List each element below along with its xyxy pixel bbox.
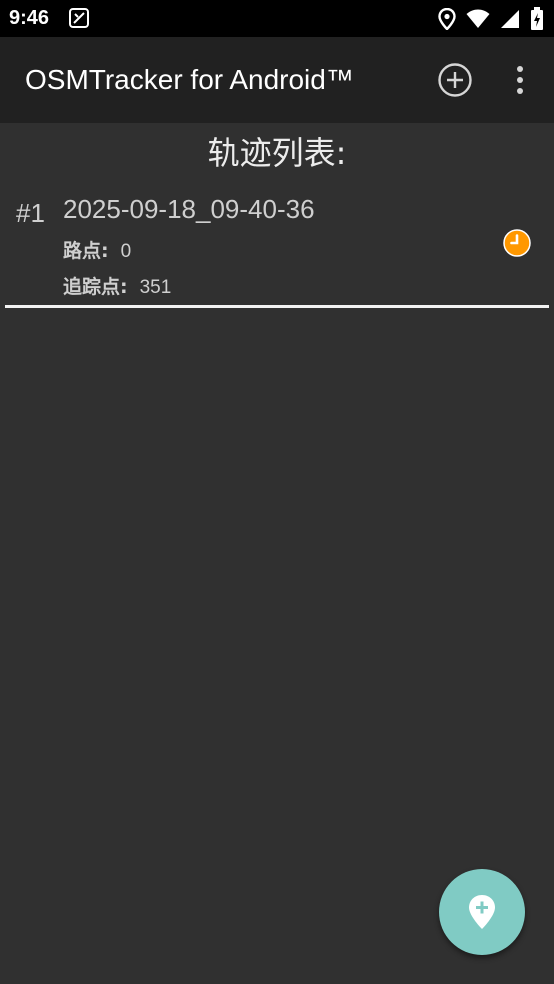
- track-number: #1: [16, 198, 45, 228]
- signal-icon: [500, 9, 520, 34]
- waypoints-label: 路点:: [63, 240, 109, 262]
- app-title: OSMTracker for Android™: [25, 64, 354, 95]
- status-time: 9:46: [9, 7, 50, 29]
- wifi-icon: [466, 9, 490, 34]
- add-circle-icon: [438, 63, 472, 97]
- add-location-icon: [469, 895, 495, 929]
- trackpoints-value: 351: [139, 277, 172, 298]
- notification-icon: [68, 7, 90, 34]
- waypoints-row: 路点: 0: [63, 236, 131, 263]
- list-divider: [5, 305, 549, 308]
- battery-icon: [530, 7, 544, 36]
- overflow-menu-button[interactable]: [508, 62, 532, 98]
- clock-icon: [503, 229, 531, 257]
- track-list-heading: 轨迹列表:: [207, 134, 347, 172]
- more-vert-icon: [517, 66, 523, 94]
- status-bar: 9:46: [0, 0, 554, 37]
- location-icon: [438, 7, 456, 35]
- new-track-fab[interactable]: [439, 869, 525, 955]
- trackpoints-label: 追踪点:: [63, 276, 128, 298]
- track-name: 2025-09-18_09-40-36: [63, 194, 315, 224]
- app-bar: OSMTracker for Android™: [0, 37, 554, 123]
- trackpoints-row: 追踪点: 351: [63, 272, 171, 299]
- waypoints-value: 0: [120, 241, 132, 262]
- track-list-item[interactable]: #1 2025-09-18_09-40-36 路点: 0 追踪点: 351: [0, 188, 554, 306]
- status-icons: [438, 7, 544, 36]
- add-track-button[interactable]: [437, 62, 473, 98]
